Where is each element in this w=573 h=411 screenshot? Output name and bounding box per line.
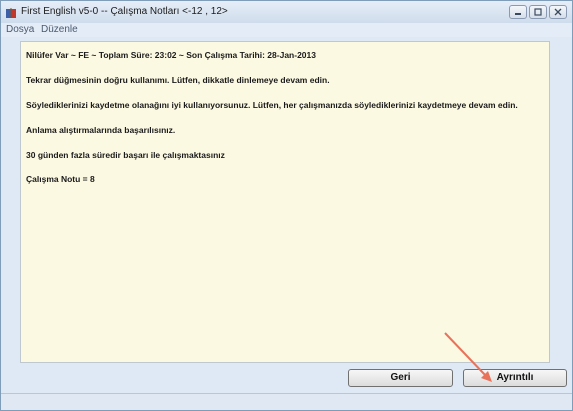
annotation-arrow: [444, 332, 492, 382]
